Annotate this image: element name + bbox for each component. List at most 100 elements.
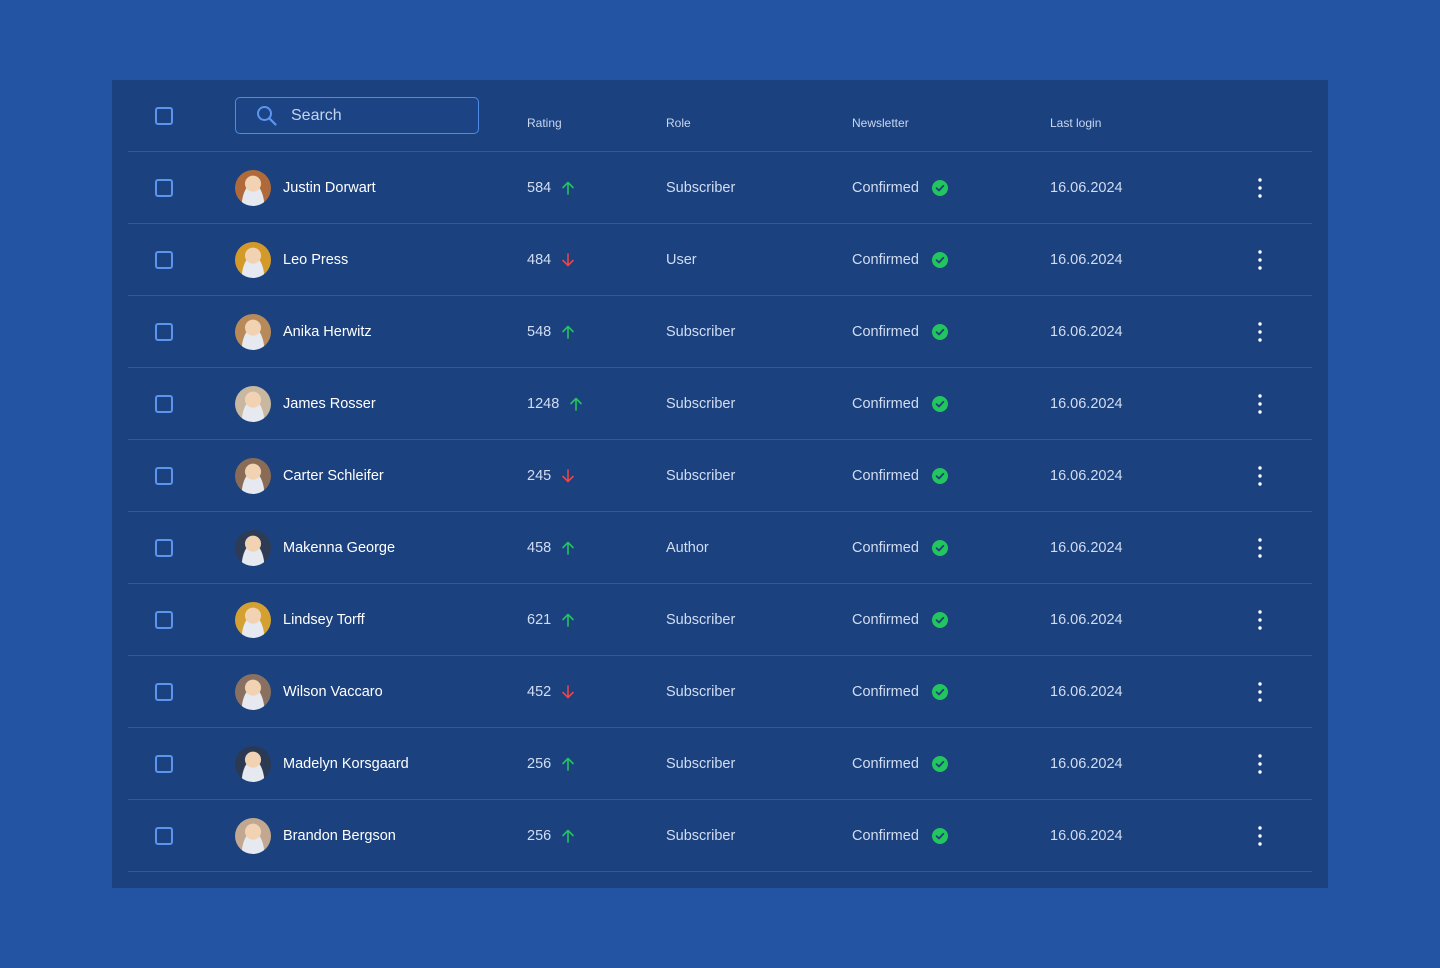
column-header-rating[interactable]: Rating (527, 116, 562, 130)
more-options-icon[interactable] (1252, 824, 1268, 848)
table-row[interactable]: Madelyn Korsgaard 256 Subscriber Confirmed 1… (128, 728, 1312, 800)
rating-value: 584 (527, 180, 552, 196)
confirmed-check-icon (931, 540, 948, 556)
rating-value: 548 (527, 324, 552, 340)
table-header: Search Rating Role Newsletter Last login (128, 80, 1312, 152)
user-rating: 1248 (527, 395, 583, 413)
last-login-date: 16.06.2024 (1050, 828, 1123, 844)
user-name[interactable]: Leo Press (283, 251, 348, 269)
avatar (235, 242, 271, 278)
user-name[interactable]: Wilson Vaccaro (283, 683, 383, 701)
newsletter-label: Confirmed (852, 540, 919, 556)
table-row[interactable]: Carter Schleifer 245 Subscriber Confirmed 16… (128, 440, 1312, 512)
row-checkbox[interactable] (155, 323, 173, 341)
trend-up-icon (562, 325, 575, 339)
row-checkbox[interactable] (155, 611, 173, 629)
row-checkbox[interactable] (155, 539, 173, 557)
last-login-date: 16.06.2024 (1050, 684, 1123, 700)
newsletter-status: Confirmed (852, 395, 948, 413)
user-role: Subscriber (666, 684, 736, 700)
confirmed-check-icon (931, 180, 948, 196)
newsletter-label: Confirmed (852, 612, 919, 628)
newsletter-status: Confirmed (852, 827, 948, 845)
rating-value: 484 (527, 252, 552, 268)
more-options-icon[interactable] (1252, 608, 1268, 632)
table-row[interactable]: Justin Dorwart 584 Subscriber Confirmed 16.0… (128, 152, 1312, 224)
row-checkbox[interactable] (155, 683, 173, 701)
table-row[interactable]: Wilson Vaccaro 452 Subscriber Confirmed 16.0… (128, 656, 1312, 728)
rating-value: 245 (527, 468, 552, 484)
avatar (235, 458, 271, 494)
user-rating: 484 (527, 251, 575, 269)
avatar (235, 386, 271, 422)
trend-down-icon (562, 685, 575, 699)
row-checkbox[interactable] (155, 827, 173, 845)
column-header-newsletter[interactable]: Newsletter (852, 116, 909, 130)
newsletter-status: Confirmed (852, 611, 948, 629)
more-options-icon[interactable] (1252, 320, 1268, 344)
rating-value: 458 (527, 540, 552, 556)
newsletter-label: Confirmed (852, 828, 919, 844)
avatar (235, 674, 271, 710)
user-name[interactable]: Makenna George (283, 539, 395, 557)
user-name[interactable]: James Rosser (283, 395, 376, 413)
table-row[interactable]: James Rosser 1248 Subscriber Confirmed 16.06… (128, 368, 1312, 440)
more-options-icon[interactable] (1252, 464, 1268, 488)
user-rating: 621 (527, 611, 575, 629)
trend-up-icon (562, 829, 575, 843)
newsletter-label: Confirmed (852, 252, 919, 268)
newsletter-label: Confirmed (852, 684, 919, 700)
row-checkbox[interactable] (155, 395, 173, 413)
select-all-checkbox[interactable] (155, 107, 173, 125)
last-login-date: 16.06.2024 (1050, 396, 1123, 412)
row-checkbox[interactable] (155, 251, 173, 269)
user-name[interactable]: Anika Herwitz (283, 323, 372, 341)
rating-value: 452 (527, 684, 552, 700)
column-header-role[interactable]: Role (666, 116, 691, 130)
newsletter-status: Confirmed (852, 539, 948, 557)
newsletter-label: Confirmed (852, 468, 919, 484)
user-rating: 256 (527, 755, 575, 773)
user-role: Subscriber (666, 828, 736, 844)
last-login-date: 16.06.2024 (1050, 756, 1123, 772)
search-input[interactable]: Search (235, 97, 479, 134)
more-options-icon[interactable] (1252, 392, 1268, 416)
row-checkbox[interactable] (155, 467, 173, 485)
search-icon (257, 106, 277, 126)
user-name[interactable]: Carter Schleifer (283, 467, 384, 485)
users-table: Search Rating Role Newsletter Last login… (112, 80, 1328, 888)
last-login-date: 16.06.2024 (1050, 612, 1123, 628)
table-row[interactable]: Anika Herwitz 548 Subscriber Confirmed 16.06… (128, 296, 1312, 368)
confirmed-check-icon (931, 324, 948, 340)
table-row[interactable]: Lindsey Torff 621 Subscriber Confirmed 16.06… (128, 584, 1312, 656)
table-row[interactable]: Leo Press 484 User Confirmed 16.06.2024 (128, 224, 1312, 296)
more-options-icon[interactable] (1252, 176, 1268, 200)
avatar (235, 818, 271, 854)
more-options-icon[interactable] (1252, 248, 1268, 272)
confirmed-check-icon (931, 684, 948, 700)
more-options-icon[interactable] (1252, 536, 1268, 560)
user-role: User (666, 252, 697, 268)
user-name[interactable]: Lindsey Torff (283, 611, 365, 629)
row-checkbox[interactable] (155, 179, 173, 197)
trend-up-icon (562, 613, 575, 627)
newsletter-status: Confirmed (852, 683, 948, 701)
user-name[interactable]: Madelyn Korsgaard (283, 755, 409, 773)
user-name[interactable]: Brandon Bergson (283, 827, 396, 845)
user-name[interactable]: Justin Dorwart (283, 179, 376, 197)
more-options-icon[interactable] (1252, 752, 1268, 776)
avatar (235, 530, 271, 566)
user-role: Subscriber (666, 180, 736, 196)
more-options-icon[interactable] (1252, 680, 1268, 704)
newsletter-status: Confirmed (852, 179, 948, 197)
confirmed-check-icon (931, 396, 948, 412)
avatar (235, 314, 271, 350)
last-login-date: 16.06.2024 (1050, 252, 1123, 268)
user-role: Subscriber (666, 396, 736, 412)
row-checkbox[interactable] (155, 755, 173, 773)
user-rating: 458 (527, 539, 575, 557)
column-header-last-login[interactable]: Last login (1050, 116, 1101, 130)
table-row[interactable]: Brandon Bergson 256 Subscriber Confirmed 16.… (128, 800, 1312, 872)
last-login-date: 16.06.2024 (1050, 180, 1123, 196)
table-row[interactable]: Makenna George 458 Author Confirmed 16.06.20… (128, 512, 1312, 584)
